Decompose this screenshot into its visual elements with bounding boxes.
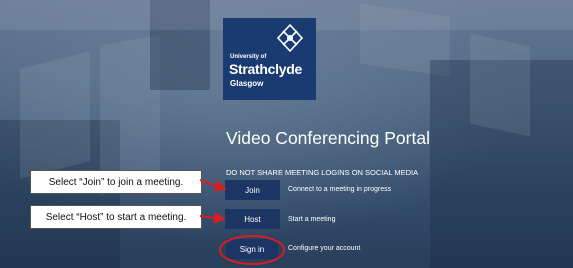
logo-line-1: University of — [230, 54, 267, 60]
host-button[interactable]: Host — [225, 209, 280, 229]
host-description: Start a meeting — [288, 216, 336, 223]
sign-in-button[interactable]: Sign in — [226, 239, 278, 259]
join-instruction-callout: Select “Join” to join a meeting. — [30, 170, 202, 194]
sign-in-description: Configure your account — [288, 245, 361, 252]
join-description: Connect to a meeting in progress — [288, 186, 392, 193]
social-media-warning: DO NOT SHARE MEETING LOGINS ON SOCIAL ME… — [226, 168, 419, 177]
page-title: Video Conferencing Portal — [226, 128, 430, 148]
host-instruction-callout: Select “Host” to start a meeting. — [30, 205, 202, 229]
join-button[interactable]: Join — [225, 180, 280, 200]
university-logo: University of Strathclyde Glasgow — [223, 18, 316, 100]
logo-line-2: Strathclyde — [229, 61, 302, 77]
logo-line-3: Glasgow — [230, 79, 264, 88]
university-crest-icon — [276, 23, 304, 53]
